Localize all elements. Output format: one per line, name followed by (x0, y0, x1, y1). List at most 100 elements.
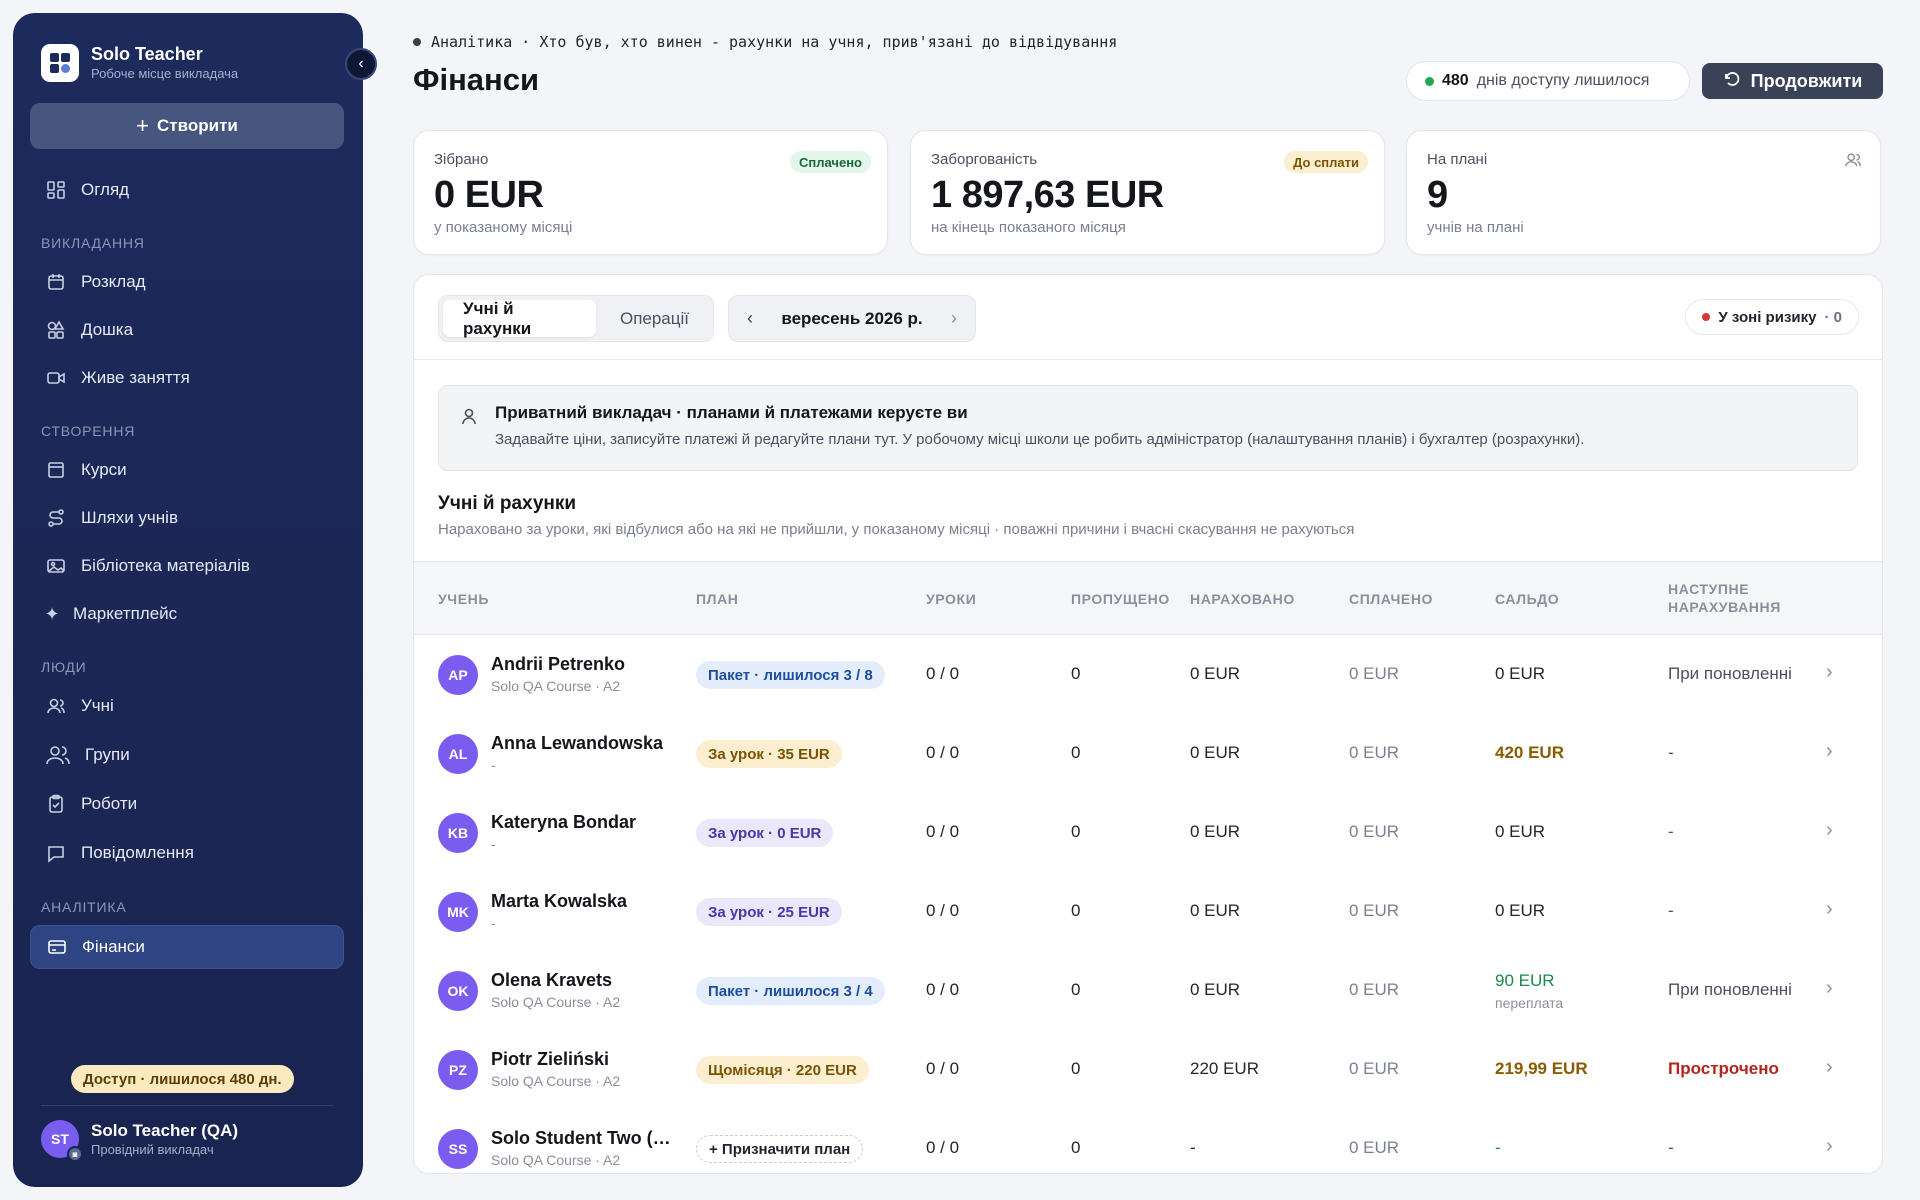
column-header-balance[interactable]: САЛЬДО (1495, 590, 1559, 608)
sidebar-item-finance[interactable]: Фінанси (30, 925, 344, 969)
plan-badge[interactable]: За урок · 35 EUR (696, 740, 842, 768)
table-row[interactable]: MK Marta Kowalska - За урок · 25 EUR 0 /… (414, 872, 1882, 951)
column-header-missed[interactable]: ПРОПУЩЕНО (1071, 590, 1170, 608)
chevron-right-icon[interactable]: › (1826, 740, 1833, 763)
card-label: На плані (1427, 151, 1488, 168)
sidebar-item-paths[interactable]: Шляхи учнів (30, 497, 344, 539)
risk-zone-filter[interactable]: У зоні ризику · 0 (1685, 299, 1859, 335)
sidebar-item-students[interactable]: Учні (30, 685, 344, 727)
chevron-right-icon[interactable]: › (1826, 977, 1833, 1000)
next-charge-value: - (1668, 1138, 1674, 1157)
table-row[interactable]: AL Anna Lewandowska - За урок · 35 EUR 0… (414, 714, 1882, 793)
chevron-right-icon[interactable]: › (1826, 819, 1833, 842)
balance-note: переплата (1495, 995, 1564, 1011)
chevron-right-icon[interactable]: › (1826, 1135, 1833, 1158)
collapse-sidebar-button[interactable]: ‹ (345, 48, 377, 80)
sidebar-item-messages[interactable]: Повідомлення (30, 832, 344, 874)
avatar: AP (438, 655, 478, 695)
student-name[interactable]: Piotr Zieliński (491, 1049, 609, 1070)
plan-badge[interactable]: Щомісяця · 220 EUR (696, 1056, 869, 1084)
plan-badge[interactable]: Пакет · лишилося 3 / 8 (696, 661, 885, 689)
table-row[interactable]: PZ Piotr Zieliński Solo QA Course · A2 Щ… (414, 1030, 1882, 1109)
nav-section-analytics: АНАЛІТИКА (41, 899, 127, 915)
plan-badge[interactable]: За урок · 0 EUR (696, 819, 834, 847)
column-header-student[interactable]: УЧЕНЬ (438, 590, 489, 608)
sidebar-item-schedule[interactable]: Розклад (30, 261, 344, 303)
paid-value: 0 EUR (1349, 1059, 1400, 1078)
column-header-lessons[interactable]: УРОКИ (926, 590, 976, 608)
nav-section-teaching: ВИКЛАДАННЯ (41, 235, 145, 251)
plan-badge[interactable]: Пакет · лишилося 3 / 4 (696, 977, 885, 1005)
sidebar-item-library[interactable]: Бібліотека матеріалів (30, 545, 344, 587)
table-row[interactable]: KB Kateryna Bondar - За урок · 0 EUR 0 /… (414, 793, 1882, 872)
table-row[interactable]: OK Olena Kravets Solo QA Course · A2 Пак… (414, 951, 1882, 1030)
sidebar-item-marketplace[interactable]: ✦ Маркетплейс (30, 593, 344, 635)
access-remaining-badge[interactable]: Доступ · лишилося 480 дн. (71, 1065, 294, 1093)
table-header: УЧЕНЬ ПЛАН УРОКИ ПРОПУЩЕНО НАРАХОВАНО СП… (414, 561, 1882, 635)
tab-operations[interactable]: Операції (600, 300, 709, 337)
student-name[interactable]: Olena Kravets (491, 970, 612, 991)
sidebar-item-works[interactable]: Роботи (30, 783, 344, 825)
renew-button[interactable]: Продовжити (1702, 63, 1883, 99)
missed-value: 0 (1071, 664, 1081, 683)
student-course: Solo QA Course · A2 (491, 1152, 621, 1168)
sidebar-item-board[interactable]: Дошка (30, 309, 344, 351)
student-name[interactable]: Solo Student Two (QA) (491, 1128, 681, 1149)
sidebar: Solo Teacher Робоче місце викладача ‹ + … (13, 13, 377, 1187)
sidebar-item-live[interactable]: Живе заняття (30, 357, 344, 399)
route-icon (45, 507, 67, 529)
plan-badge[interactable]: За урок · 25 EUR (696, 898, 842, 926)
create-button[interactable]: + Створити (30, 103, 344, 149)
sidebar-item-label: Бібліотека матеріалів (81, 556, 250, 575)
assign-plan-button[interactable]: + Призначити план (696, 1135, 864, 1163)
section-title: Учні й рахунки (438, 493, 577, 514)
user-profile[interactable]: ST ◙ Solo Teacher (QA) Провідний виклада… (41, 1120, 238, 1162)
column-header-charged[interactable]: НАРАХОВАНО (1190, 590, 1295, 608)
column-header-next-line1: НАСТУПНЕ (1668, 581, 1750, 597)
lessons-value: 0 / 0 (926, 743, 960, 762)
column-header-next-charge[interactable]: НАСТУПНЕ НАРАХУВАННЯ (1668, 580, 1781, 616)
chevron-left-icon: ‹ (358, 55, 364, 72)
users-icon (1844, 151, 1862, 174)
student-name[interactable]: Anna Lewandowska (491, 733, 663, 754)
message-icon (45, 842, 67, 864)
column-header-paid[interactable]: СПЛАЧЕНО (1349, 590, 1433, 608)
nav-section-creation: СТВОРЕННЯ (41, 423, 136, 439)
charged-value: 0 EUR (1190, 901, 1241, 920)
student-name[interactable]: Kateryna Bondar (491, 812, 636, 833)
brand-logo-icon (41, 43, 79, 82)
chevron-right-icon[interactable]: › (1826, 898, 1833, 921)
paid-value: 0 EUR (1349, 1138, 1400, 1157)
charged-value: 0 EUR (1190, 743, 1241, 762)
sidebar-item-groups[interactable]: Групи (30, 734, 344, 776)
risk-label: У зоні ризику (1718, 308, 1817, 326)
chevron-right-icon[interactable]: › (951, 308, 957, 329)
student-name[interactable]: Marta Kowalska (491, 891, 627, 912)
chevron-right-icon[interactable]: › (1826, 1056, 1833, 1079)
calendar-icon (45, 271, 67, 293)
table-row[interactable]: AP Andrii Petrenko Solo QA Course · A2 П… (414, 635, 1882, 714)
card-value: 0 EUR (434, 174, 544, 216)
card-subtitle: на кінець показаного місяця (931, 219, 1126, 236)
student-course: - (491, 836, 496, 852)
card-label: Зібрано (434, 151, 489, 168)
chevron-left-icon[interactable]: ‹ (747, 308, 753, 329)
sidebar-item-label: Учні (81, 696, 114, 715)
column-header-plan[interactable]: ПЛАН (696, 590, 739, 608)
brand[interactable]: Solo Teacher Робоче місце викладача (41, 43, 238, 82)
dashboard-icon (45, 179, 67, 201)
chevron-right-icon[interactable]: › (1826, 661, 1833, 684)
student-name[interactable]: Andrii Petrenko (491, 654, 625, 675)
balance-value: 420 EUR (1495, 743, 1564, 762)
sidebar-item-label: Групи (85, 745, 130, 764)
status-badge: До сплати (1284, 151, 1368, 173)
sidebar-item-courses[interactable]: Курси (30, 449, 344, 491)
tab-students-accounts[interactable]: Учні й рахунки (443, 299, 596, 338)
student-course: Solo QA Course · A2 (491, 678, 621, 694)
sidebar-item-label: Курси (81, 460, 127, 479)
sidebar-item-overview[interactable]: Огляд (30, 169, 344, 211)
table-row[interactable]: SS Solo Student Two (QA) Solo QA Course … (414, 1109, 1882, 1173)
bullet-icon (413, 38, 421, 46)
balance-value: - (1495, 1138, 1501, 1157)
card-subtitle: учнів на плані (1427, 219, 1524, 236)
